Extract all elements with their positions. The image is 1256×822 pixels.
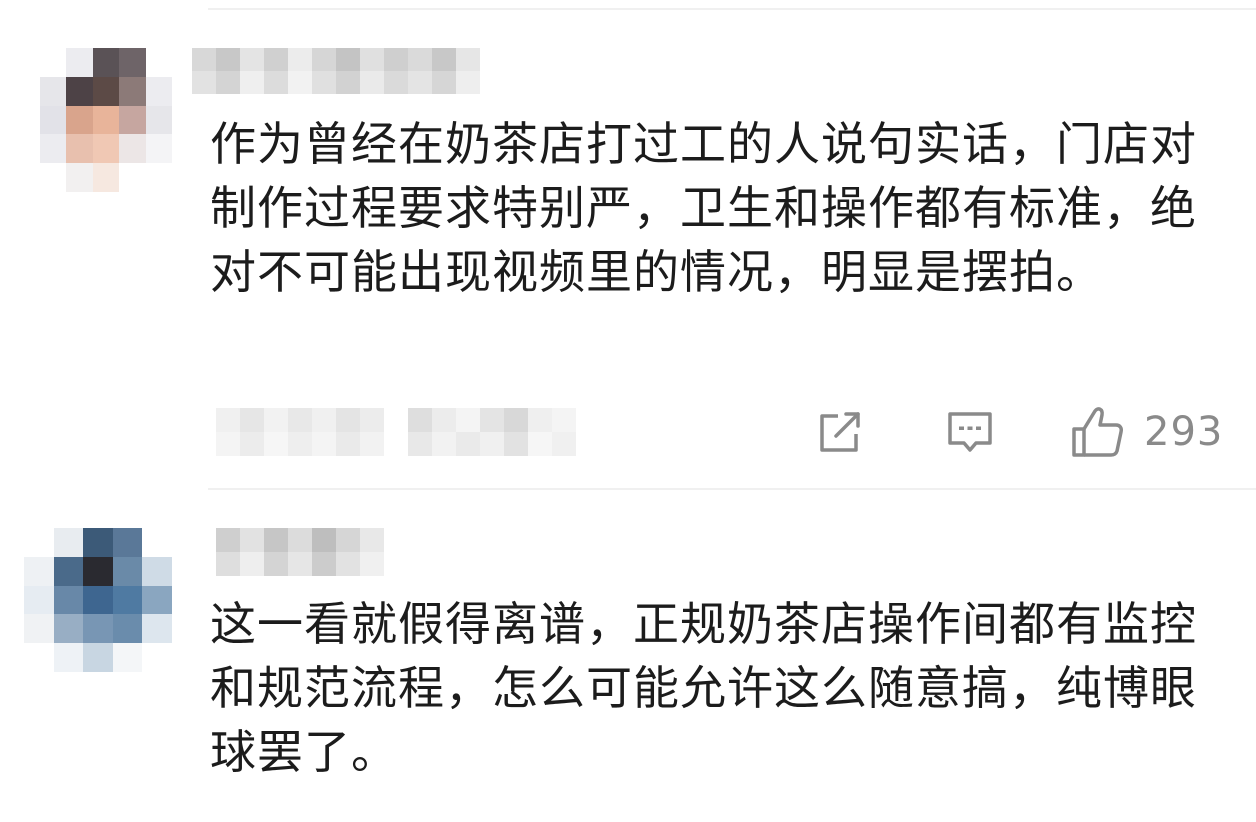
comment-list: 作为曾经在奶茶店打过工的人说句实话，门店对制作过程要求特别严，卫生和操作都有标准… [0, 0, 1256, 822]
divider [208, 8, 1256, 10]
avatar[interactable] [40, 48, 172, 192]
comment-text: 这一看就假得离谱，正规奶茶店操作间都有监控和规范流程，怎么可能允许这么随意搞，纯… [210, 597, 1197, 779]
like-button[interactable]: 293 [1068, 400, 1223, 464]
reply-button[interactable] [942, 404, 998, 460]
comment-location [408, 408, 576, 456]
avatar[interactable] [24, 528, 172, 672]
comment-timestamp [216, 408, 384, 456]
username[interactable] [192, 48, 480, 94]
share-icon [820, 412, 860, 452]
username[interactable] [216, 528, 384, 576]
like-count: 293 [1144, 409, 1224, 455]
comment-text: 作为曾经在奶茶店打过工的人说句实话，门店对制作过程要求特别严，卫生和操作都有标准… [210, 117, 1197, 299]
share-button[interactable] [812, 404, 868, 460]
thumbs-up-icon [1072, 407, 1123, 457]
comment-icon [948, 412, 992, 452]
divider [208, 488, 1256, 490]
